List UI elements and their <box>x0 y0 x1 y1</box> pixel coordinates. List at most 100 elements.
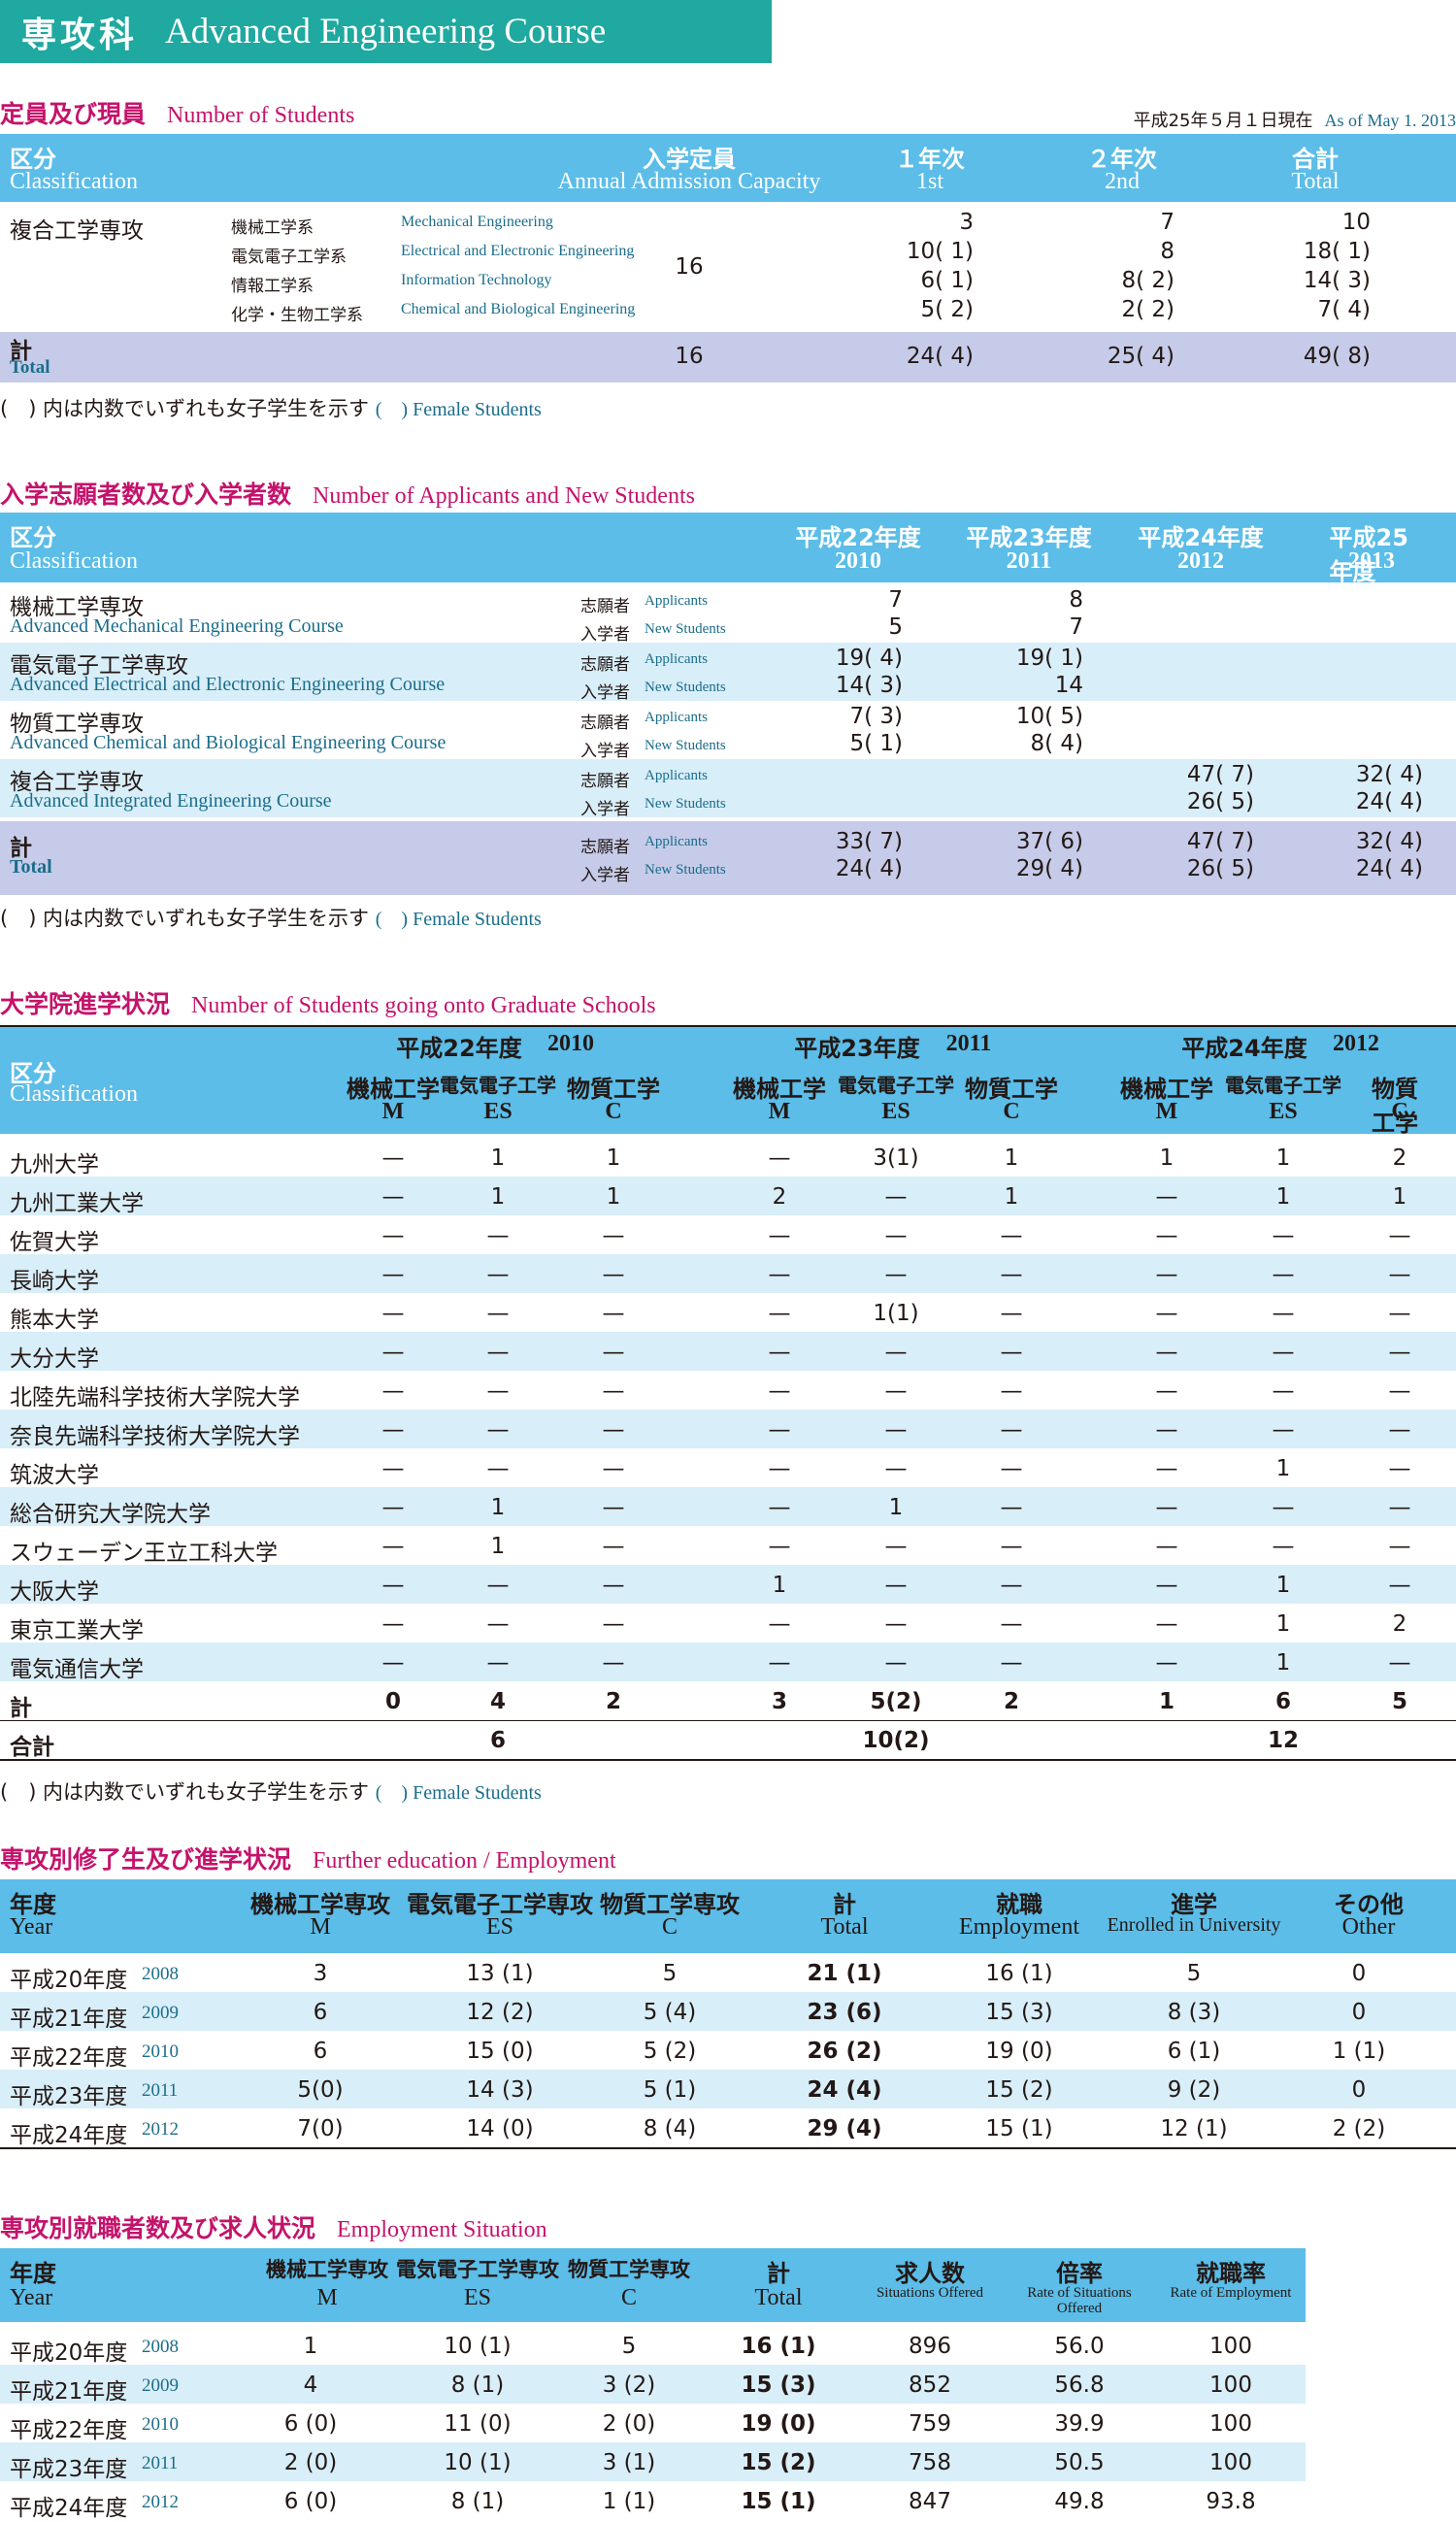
table-cell: 12 (1) <box>1160 2116 1228 2141</box>
graduate-count: — <box>768 1534 791 1559</box>
year-label-en: 2011 <box>142 2453 179 2473</box>
course-name-en: Advanced Chemical and Biological Enginee… <box>10 732 447 753</box>
graduate-count: — <box>381 1378 405 1404</box>
applicants-label: 志願者 <box>580 597 630 616</box>
graduate-count: — <box>1388 1650 1411 1676</box>
total-new-students-value: 29( 4) <box>1015 856 1083 881</box>
dept-name-jp: 化学・生物工学系 <box>231 306 363 325</box>
table-row <box>0 1177 1456 1215</box>
dept-header-en: ES <box>1269 1099 1298 1124</box>
banner-title-jp: 専攻科 <box>21 15 139 55</box>
year-label-jp: 平成20年度 <box>10 2340 128 2366</box>
course-name-en: Advanced Integrated Engineering Course <box>10 790 332 812</box>
new-students-label-en: New Students <box>645 680 726 695</box>
graduate-count: — <box>1155 1301 1178 1326</box>
dept-header-en: M <box>381 1099 405 1124</box>
university-name: 佐賀大学 <box>10 1230 99 1255</box>
table-cell: 1 (1) <box>1332 2039 1386 2064</box>
graduate-count: — <box>768 1223 791 1248</box>
column-header-en: Employment <box>959 1914 1079 1940</box>
graduate-count: 1 <box>1004 1184 1019 1210</box>
table-row <box>0 1565 1456 1604</box>
second-year-count: 7 <box>1160 210 1175 235</box>
table-cell: 5(0) <box>297 2077 344 2103</box>
graduate-count: 3(1) <box>873 1145 919 1171</box>
dept-header-en: M <box>768 1099 791 1124</box>
grand-total-count: 12 <box>1267 1728 1300 1753</box>
graduate-count: — <box>768 1378 791 1404</box>
graduate-count: — <box>884 1534 908 1559</box>
graduate-count: — <box>1000 1456 1023 1481</box>
column-header-en: Year <box>10 1914 53 1940</box>
graduate-count: — <box>381 1145 405 1171</box>
university-name: 奈良先端科学技術大学院大学 <box>10 1424 300 1449</box>
subtotal-rule <box>0 1720 1456 1721</box>
graduate-count: — <box>1000 1340 1023 1365</box>
further-bottom-rule <box>0 2147 1456 2149</box>
course-name-en: Advanced Mechanical Engineering Course <box>10 615 344 637</box>
new-students-label-en: New Students <box>645 738 726 753</box>
graduate-count: — <box>486 1417 510 1443</box>
graduate-count: — <box>1272 1262 1295 1287</box>
graduate-count: 1 <box>1275 1184 1291 1210</box>
table-row <box>0 2070 1456 2108</box>
table-cell: 9 (2) <box>1167 2077 1221 2103</box>
graduate-count: 1 <box>1275 1650 1291 1676</box>
table-cell: 15 (2) <box>985 2077 1053 2103</box>
total-new-students-value: 24( 4) <box>1355 856 1423 881</box>
table-cell: 6 (1) <box>1167 2039 1221 2064</box>
applicants-value: 7 <box>888 587 903 613</box>
graduate-count: 1 <box>1275 1573 1291 1598</box>
grand-total-count: 10(2) <box>862 1728 930 1753</box>
table-cell: 4 <box>303 2373 318 2398</box>
graduate-count: 2 <box>772 1184 787 1210</box>
total-applicants-value: 47( 7) <box>1186 829 1254 854</box>
table-cell: 49.8 <box>1054 2489 1105 2514</box>
university-name: 九州大学 <box>10 1152 99 1178</box>
table-cell: 3 <box>313 1961 328 1986</box>
graduate-count: — <box>768 1456 791 1481</box>
table-cell: 56.0 <box>1054 2334 1105 2359</box>
table-cell: 15 (1) <box>741 2489 816 2514</box>
applicants-label-en: Applicants <box>645 710 708 725</box>
graduate-count: — <box>1155 1340 1178 1365</box>
new-students-label-en: New Students <box>645 621 726 637</box>
graduate-count: — <box>1272 1223 1295 1248</box>
dept-header-en: ES <box>881 1099 910 1124</box>
dept-name-en: Electrical and Electronic Engineering <box>401 243 635 259</box>
graduate-count: — <box>602 1650 625 1676</box>
table-cell: 896 <box>909 2334 951 2359</box>
graduate-count: — <box>381 1301 405 1326</box>
new-students-value: 5( 1) <box>849 731 903 756</box>
year-header-jp: 平成24年度 <box>1181 1035 1307 1062</box>
year-header-en: 2012 <box>1333 1031 1379 1056</box>
graduate-count: — <box>768 1611 791 1637</box>
graduate-count: — <box>768 1650 791 1676</box>
table-cell: 3 (2) <box>602 2373 656 2398</box>
graduate-count: — <box>884 1611 908 1637</box>
graduate-count: — <box>884 1456 908 1481</box>
graduate-count: — <box>1000 1378 1023 1404</box>
dept-header-en: C <box>1391 1099 1408 1124</box>
graduate-count: 1 <box>490 1534 506 1559</box>
table-cell: 24 (4) <box>807 2077 882 2103</box>
column-header-en: Rate of Situations Offered <box>1027 2285 1132 2316</box>
university-name: 長崎大学 <box>10 1269 99 1294</box>
total-count: 18( 1) <box>1303 239 1371 264</box>
year-label-en: 2010 <box>142 2041 179 2062</box>
first-year-count: 5( 2) <box>920 297 974 322</box>
students-table-header: 区分 Classification 入学定員 Annual Admission … <box>0 134 1456 202</box>
column-header-en: M <box>310 1914 331 1940</box>
graduate-count: — <box>1155 1534 1178 1559</box>
graduate-count: 1 <box>888 1495 904 1520</box>
column-header-en: Total <box>820 1914 869 1940</box>
graduate-count: — <box>602 1378 625 1404</box>
graduate-count: — <box>884 1223 908 1248</box>
table-cell: 3 (1) <box>602 2450 656 2475</box>
graduate-count: — <box>486 1301 510 1326</box>
graduate-count: 2 <box>1392 1611 1407 1637</box>
column-header-en: C <box>620 2285 638 2310</box>
year-label-jp: 平成23年度 <box>10 2084 128 2109</box>
dept-header-en: M <box>1155 1099 1178 1124</box>
table-cell: 5 (4) <box>643 2000 697 2025</box>
